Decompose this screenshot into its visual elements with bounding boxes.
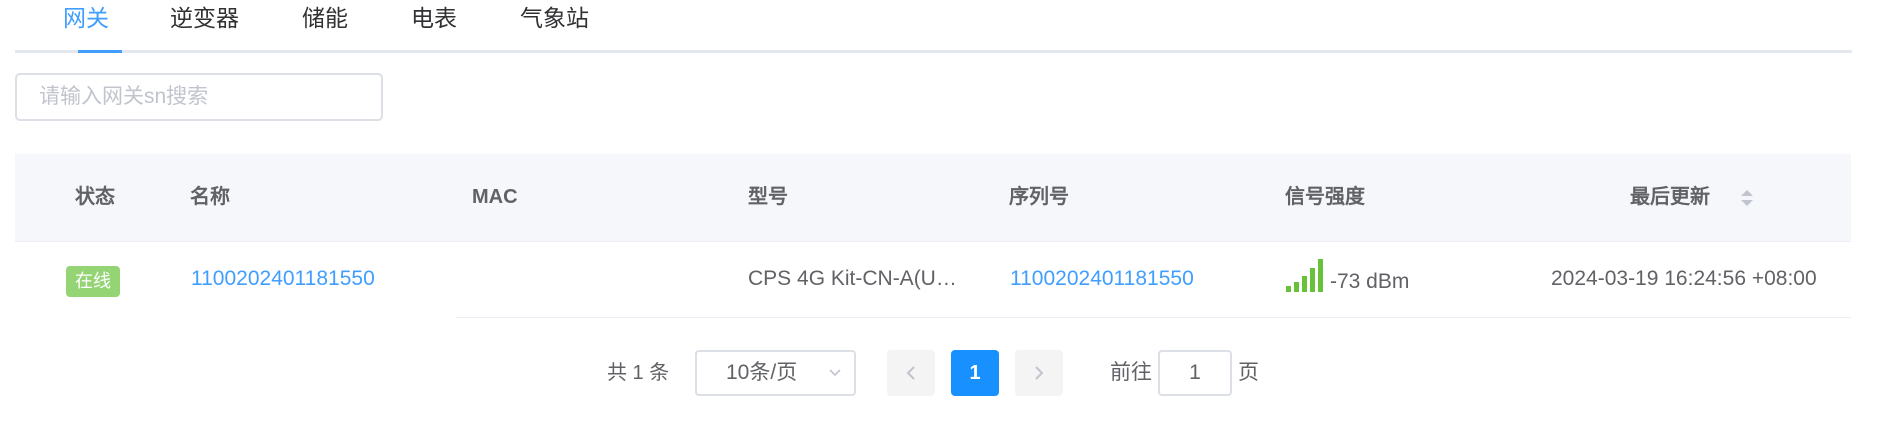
table-row: 在线 1100202401181550 CPS 4G Kit-CN-A(U… 1… (15, 241, 1851, 317)
last-update-cell: 2024-03-19 16:24:56 +08:00 (1551, 267, 1817, 290)
signal-strength-value: -73 dBm (1330, 270, 1410, 293)
row-divider (456, 317, 1851, 318)
page-size-value: 10条/页 (726, 361, 798, 384)
chevron-right-icon (1035, 366, 1044, 380)
tab-weather-station[interactable]: 气象站 (520, 0, 589, 36)
column-header-serial: 序列号 (1009, 186, 1069, 208)
prev-page-button[interactable] (887, 350, 935, 396)
tab-meter[interactable]: 电表 (411, 0, 457, 36)
column-header-name: 名称 (190, 186, 230, 208)
chevron-down-icon (829, 369, 841, 377)
column-header-mac: MAC (472, 186, 518, 208)
page-size-select[interactable]: 10条/页 (695, 350, 856, 396)
column-header-signal: 信号强度 (1285, 186, 1365, 208)
goto-suffix: 页 (1238, 361, 1259, 384)
next-page-button[interactable] (1015, 350, 1063, 396)
goto-label: 前往 (1110, 361, 1152, 384)
goto-page-input[interactable] (1158, 350, 1232, 396)
serial-number-link[interactable]: 1100202401181550 (1010, 241, 1194, 317)
chevron-left-icon (906, 366, 915, 380)
active-tab-indicator (78, 50, 122, 53)
pagination: 共 1 条 10条/页 1 前往 页 (0, 350, 1883, 396)
page-number-current[interactable]: 1 (951, 350, 999, 396)
table-header: 状态 名称 MAC 型号 序列号 信号强度 最后更新 (15, 154, 1851, 242)
gateway-name-link[interactable]: 1100202401181550 (191, 241, 375, 317)
signal-strength-icon (1286, 259, 1323, 292)
gateway-sn-search-input[interactable] (15, 73, 383, 121)
model-cell: CPS 4G Kit-CN-A(U… (748, 267, 957, 290)
tab-bar: 网关 逆变器 储能 电表 气象站 (15, 0, 1852, 53)
tab-storage[interactable]: 储能 (302, 0, 348, 36)
tab-gateway[interactable]: 网关 (63, 0, 109, 36)
total-count: 共 1 条 (607, 362, 670, 384)
status-badge: 在线 (66, 266, 120, 297)
tab-inverter[interactable]: 逆变器 (170, 0, 239, 36)
sort-caret-icon[interactable] (1740, 188, 1754, 208)
column-header-status: 状态 (75, 186, 115, 208)
column-header-model: 型号 (748, 186, 788, 208)
column-header-last-update[interactable]: 最后更新 (1630, 154, 1710, 241)
